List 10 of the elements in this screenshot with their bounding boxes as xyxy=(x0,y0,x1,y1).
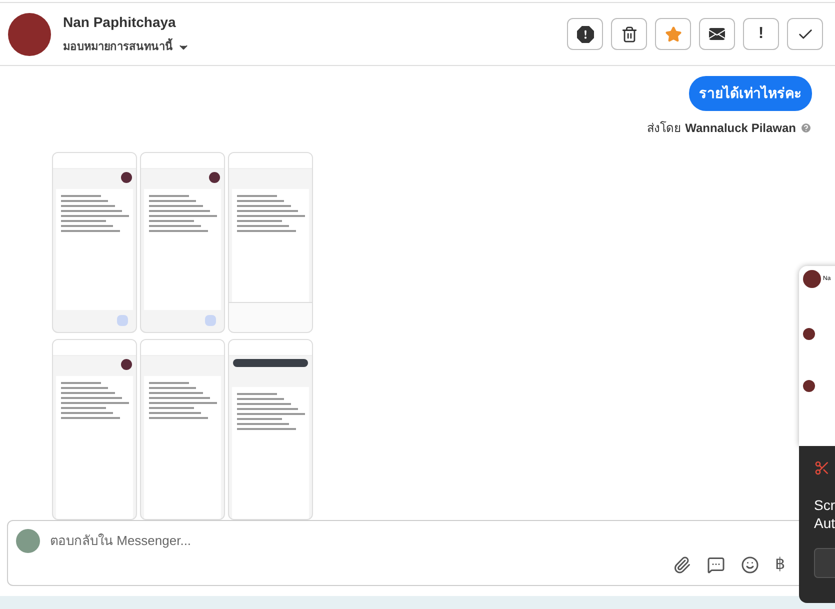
contact-name: Nan Paphitchaya xyxy=(63,13,177,32)
notification-text: Scr xyxy=(814,496,835,514)
notification-text: Aut xyxy=(814,514,835,532)
reply-input[interactable]: ตอบกลับใน Messenger... xyxy=(50,531,819,551)
sender-name: Wannaluck Pilawan xyxy=(685,120,796,137)
sent-by-label: ส่งโดย xyxy=(647,120,682,137)
assign-dropdown[interactable]: มอบหมายการสนทนานี้ xyxy=(63,39,190,56)
message-bubble: รายได้เท่าไหร่คะ xyxy=(689,76,812,111)
currency-button[interactable]: ฿ xyxy=(775,552,785,577)
important-button[interactable]: ! xyxy=(743,18,779,50)
